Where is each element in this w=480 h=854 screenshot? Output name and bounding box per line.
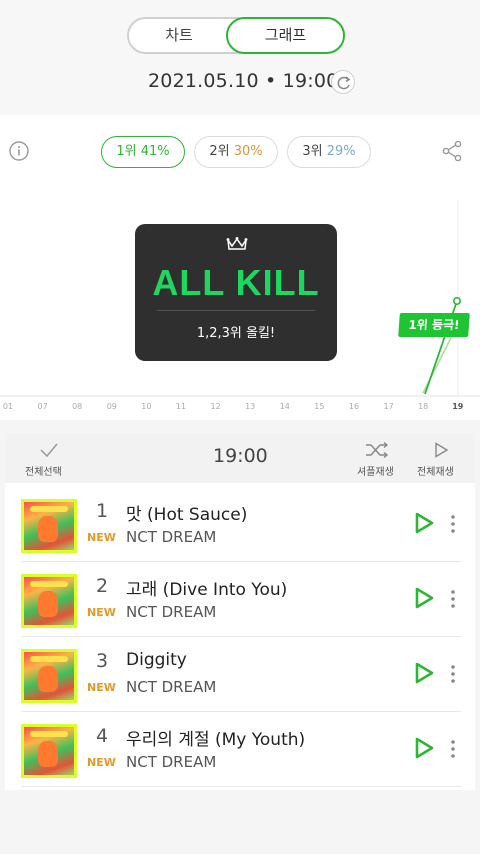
tab-chart[interactable]: 차트 — [129, 19, 229, 52]
refresh-icon — [337, 76, 351, 90]
x-tick-label: 10 — [141, 402, 151, 411]
shuffle-icon[interactable] — [365, 442, 389, 458]
shuffle-label[interactable]: 셔플재생 — [357, 463, 394, 478]
x-tick-label: 07 — [38, 402, 48, 411]
crown-icon — [226, 237, 248, 250]
play-icon[interactable] — [413, 661, 435, 685]
song-rank: 1 — [95, 500, 109, 522]
new-badge: NEW — [87, 531, 116, 544]
album-cover[interactable] — [21, 574, 77, 628]
song-artist[interactable]: NCT DREAM — [126, 753, 216, 771]
x-tick-label: 15 — [314, 402, 324, 411]
song-title[interactable]: Diggity — [126, 650, 187, 670]
x-tick-label: 18 — [418, 402, 428, 411]
x-tick-label: 19 — [452, 402, 464, 411]
check-icon[interactable] — [39, 442, 59, 458]
x-axis-ticks: 01 07 08 09 10 11 12 13 14 15 16 17 18 19 — [3, 402, 464, 411]
refresh-button[interactable] — [331, 70, 355, 94]
song-list-panel: 전체선택 19:00 셔플재생 전체재생 1 NEW 맛 (Hot Sauce)… — [5, 433, 475, 790]
play-all-label[interactable]: 전체재생 — [417, 463, 454, 478]
list-time: 19:00 — [213, 445, 268, 467]
play-icon[interactable] — [413, 511, 435, 535]
album-cover[interactable] — [21, 649, 77, 703]
chart-datetime: 2021.05.10 • 19:00 — [148, 70, 339, 92]
x-tick-label: 16 — [349, 402, 359, 411]
album-cover[interactable] — [21, 724, 77, 778]
x-tick-label: 14 — [280, 402, 290, 411]
song-row[interactable]: 2 NEW 고래 (Dive Into You) NCT DREAM — [21, 563, 461, 637]
new-badge: NEW — [87, 756, 116, 769]
allkill-divider — [157, 310, 315, 311]
rank-graph: 1위 41% 2위 30% 3위 29% 01 07 08 09 10 11 12 13 14 1… — [0, 115, 480, 420]
song-artist[interactable]: NCT DREAM — [126, 528, 216, 546]
song-artist[interactable]: NCT DREAM — [126, 603, 216, 621]
song-row[interactable]: 1 NEW 맛 (Hot Sauce) NCT DREAM — [21, 488, 461, 562]
more-icon[interactable] — [451, 739, 455, 759]
x-tick-label: 01 — [3, 402, 13, 411]
song-title[interactable]: 우리의 계절 (My Youth) — [126, 725, 305, 750]
song-rank: 2 — [95, 575, 109, 597]
header: 차트 그래프 2021.05.10 • 19:00 — [0, 0, 480, 115]
more-icon[interactable] — [451, 664, 455, 684]
more-icon[interactable] — [451, 514, 455, 534]
x-tick-label: 17 — [384, 402, 394, 411]
series-point-latest — [452, 297, 461, 306]
x-tick-label: 09 — [107, 402, 117, 411]
new-badge: NEW — [87, 606, 116, 619]
song-title[interactable]: 고래 (Dive Into You) — [126, 575, 287, 600]
song-artist[interactable]: NCT DREAM — [126, 678, 216, 696]
tab-graph[interactable]: 그래프 — [226, 17, 345, 54]
album-cover[interactable] — [21, 499, 77, 553]
select-all-label[interactable]: 전체선택 — [25, 463, 62, 478]
new-badge: NEW — [87, 681, 116, 694]
allkill-subtitle: 1,2,3위 올킬! — [196, 326, 276, 341]
chart-annotation: 1위 등극! — [398, 313, 470, 337]
play-icon[interactable] — [413, 736, 435, 760]
x-tick-label: 12 — [211, 402, 221, 411]
song-rank: 3 — [95, 650, 109, 672]
song-row[interactable]: 4 NEW 우리의 계절 (My Youth) NCT DREAM — [21, 713, 461, 787]
play-all-icon[interactable] — [433, 442, 449, 458]
list-controls: 전체선택 19:00 셔플재생 전체재생 — [5, 433, 475, 483]
song-rank: 4 — [95, 725, 109, 747]
play-icon[interactable] — [413, 586, 435, 610]
more-icon[interactable] — [451, 589, 455, 609]
x-tick-label: 11 — [176, 402, 186, 411]
song-row[interactable]: 3 NEW Diggity NCT DREAM — [21, 638, 461, 712]
x-tick-label: 08 — [72, 402, 82, 411]
allkill-title: ALL KILL — [152, 262, 320, 303]
allkill-card: ALL KILL 1,2,3위 올킬! — [135, 224, 337, 361]
x-tick-label: 13 — [245, 402, 255, 411]
song-title[interactable]: 맛 (Hot Sauce) — [126, 500, 247, 525]
view-toggle: 차트 그래프 — [127, 17, 345, 54]
